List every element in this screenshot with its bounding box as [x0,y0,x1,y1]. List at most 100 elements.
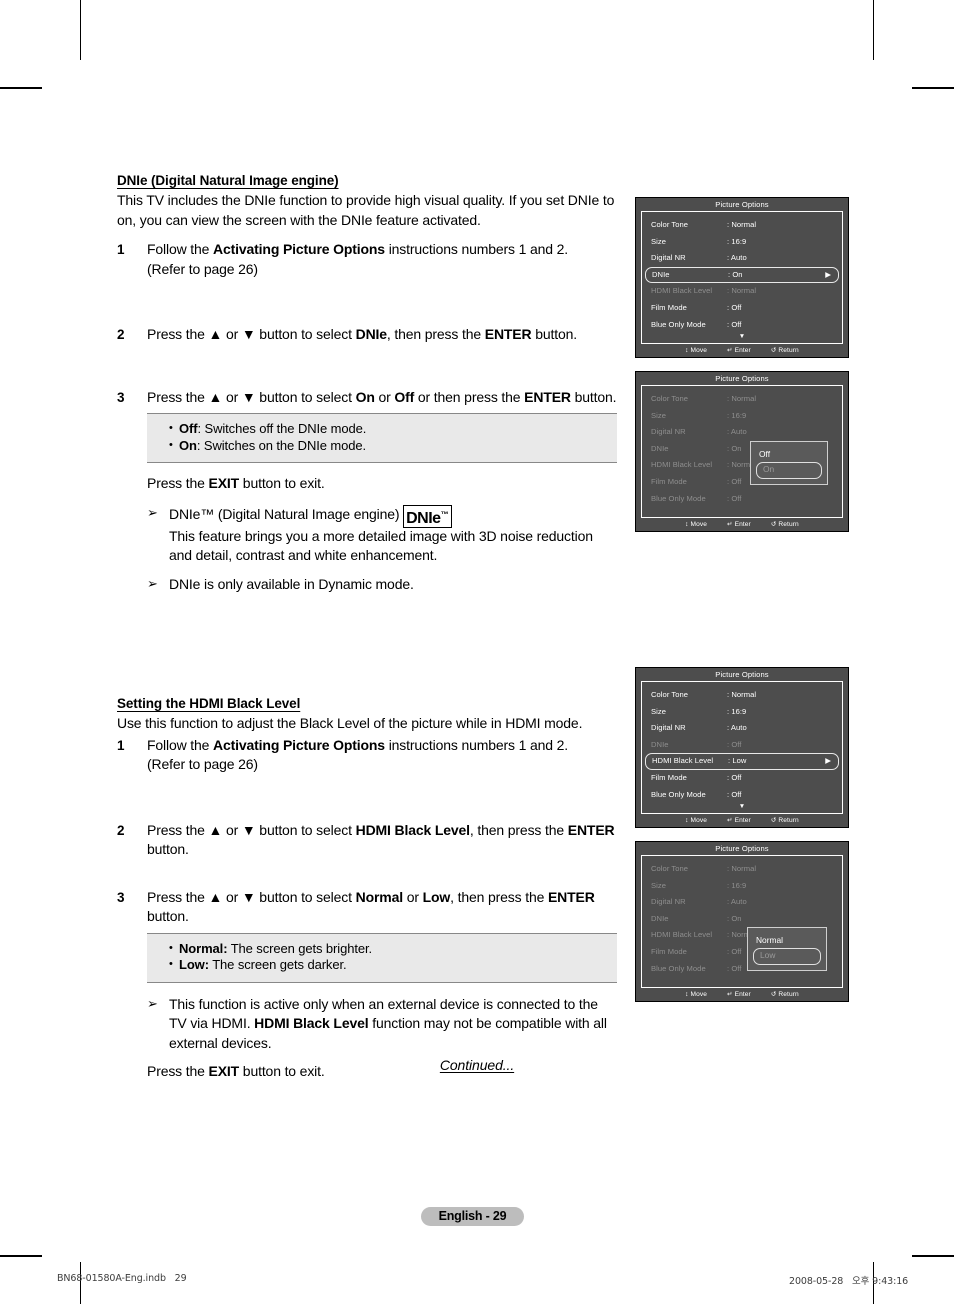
hdmi-note-normal-label: Normal: [179,940,228,956]
continued-text: Continued... [439,1057,515,1073]
manual-page: DNIe (Digital Natural Image engine) This… [0,0,954,1304]
osd-row-digital-nr[interactable]: Digital NR: Auto [642,250,842,267]
osd-row-digital-nr[interactable]: Digital NR: Auto [642,720,842,737]
hint-enter: ↵ Enter [727,814,751,827]
osd-row-label: Film Mode [651,946,687,956]
osd-row-value: : Normal [727,690,757,699]
hdmi-step-3-text-c: or [402,888,423,905]
osd-rows-container: Color Tone : Normal Size: 16:9 Digital NR: … [642,687,842,803]
osd-row-label: Blue Only Mode [651,789,706,799]
osd-menu-list: Color Tone : Normal Size: 16:9 Digital NR: … [641,211,843,345]
dnie-step-3-number: 3 [117,389,125,405]
hint-return: ↺ Return [771,988,799,1001]
hdmi-step-2-enter: ENTER [567,821,615,838]
crop-mark-left-bottom [0,1255,42,1257]
osd-row-value: : Normal [727,864,757,873]
osd-row-size[interactable]: Size: 16:9 [642,878,842,895]
hint-return-label: Return [778,991,799,999]
dnie-intro-paragraph: This TV includes the DNIe function to pr… [117,192,615,228]
dnie-step-3-off: Off [394,388,415,405]
osd-row-label: Color Tone [651,690,689,699]
dnie-note-on-label: On [179,437,197,453]
osd-row-value: : Off [727,946,742,956]
osd-row-hdmi-black-level[interactable]: HDMI Black Level : Normal [642,283,842,300]
hdmi-step-2-text-a: Press the ▲ or ▼ button to select [147,821,356,838]
osd-footer-hints: ↕ Move ↵ Enter ↺ Return [636,988,848,1002]
osd-row-blue-only-mode[interactable]: Blue Only Mode: Off [642,317,842,334]
hint-move: ↕ Move [685,344,707,357]
dnie-step-3: 3 Press the ▲ or ▼ button to select On o… [117,388,617,408]
osd-row-film-mode[interactable]: Film Mode: Off [642,770,842,787]
osd-row-dnie[interactable]: DNIe: On ▶ [645,266,839,284]
dnie-bullet-1: ➢ DNIe™ (Digital Natural Image engine) D… [147,504,617,566]
hdmi-black-level-option-popup[interactable]: Normal Low [747,927,827,971]
osd-row-label: Film Mode [651,302,687,312]
crop-mark-right-bottom [912,1255,954,1257]
osd-row-value: : Normal [727,286,757,296]
osd-row-hdmi-black-level[interactable]: HDMI Black Level: Low ▶ [645,753,839,770]
dnie-note-on-text: : Switches on the DNIe mode. [196,437,367,453]
hint-enter-label: Enter [734,991,751,999]
return-icon: ↺ [770,991,777,999]
osd-row-value: : Auto [727,427,747,437]
hint-enter-label: Enter [734,347,751,355]
hdmi-step-1-number: 1 [117,737,125,753]
dnie-step-2-enter: ENTER [484,326,532,342]
osd-row-color-tone[interactable]: Color Tone : Normal [642,687,842,704]
dnie-bullet-2-text: DNIe is only available in Dynamic mode. [169,575,414,592]
osd-picture-options-dnie-popup: Picture Options Color Tone: Normal Size: … [635,371,849,533]
popup-option-off[interactable]: Off [751,447,827,462]
dnie-step-3-text-e: or then press the [414,388,525,405]
osd-row-size[interactable]: Size: 16:9 [642,234,842,251]
osd-row-color-tone[interactable]: Color Tone : Normal [642,217,842,234]
dnie-exit-key: EXIT [208,475,240,491]
osd-row-value: : Auto [727,253,747,263]
osd-row-color-tone[interactable]: Color Tone : Normal [642,391,842,408]
osd-row-value: : Auto [727,897,747,907]
osd-row-dnie[interactable]: DNIe: On [642,911,842,928]
osd-row-label: HDMI Black Level [651,286,713,296]
osd-row-label: DNIe [651,913,669,923]
popup-option-low[interactable]: Low [753,948,821,965]
crop-mark-left-top [0,87,42,89]
hdmi-note-low-label: Low: [179,957,209,972]
return-icon: ↺ [770,347,777,355]
popup-option-on[interactable]: On [756,462,822,479]
popup-option-normal[interactable]: Normal [748,933,826,948]
hdmi-step-1-text-c: instructions numbers 1 and 2. [384,736,568,753]
osd-row-size[interactable]: Size: 16:9 [642,408,842,425]
osd-row-value: : Normal [727,220,757,229]
osd-picture-options-hdmi-low: Picture Options Color Tone: Normal Size: … [635,667,849,829]
dnie-option-popup[interactable]: Off On [750,441,828,485]
osd-picture-options-hdmi-popup: Picture Options Color Tone: Normal Size: … [635,841,849,1003]
dnie-step-1-text-a: Follow the [147,241,214,257]
hint-enter-label: Enter [734,521,751,529]
osd-row-blue-only-mode[interactable]: Blue Only Mode: Off [642,491,842,508]
osd-row-size[interactable]: Size: 16:9 [642,704,842,721]
osd-row-label: Size [651,880,666,890]
osd-row-label: Digital NR [651,723,686,733]
osd-row-dnie[interactable]: DNIe: Off [642,737,842,754]
osd-row-label: Film Mode [651,772,687,782]
dnie-step-1-text-bold: Activating Picture Options [213,241,385,257]
hint-enter: ↵ Enter [727,344,751,357]
osd-row-label: Size [651,706,666,716]
hdmi-step-3: 3 Press the ▲ or ▼ button to select Norm… [117,888,617,927]
footer-filename: BN68-01580A-Eng.indb 29 [57,1273,187,1284]
dnie-step-2: 2 Press the ▲ or ▼ button to select DNIe… [117,325,617,345]
hdmi-step-2-target: HDMI Black Level [355,821,470,838]
hdmi-step-2: 2 Press the ▲ or ▼ button to select HDMI… [117,821,617,860]
osd-row-film-mode[interactable]: Film Mode: Off [642,300,842,317]
dnie-step-1-text-d: (Refer to page 26) [147,260,258,277]
osd-footer-hints: ↕ Move ↵ Enter ↺ Return [636,814,848,828]
osd-row-label: Color Tone [651,394,689,403]
osd-row-label: HDMI Black Level [651,460,713,470]
osd-row-blue-only-mode[interactable]: Blue Only Mode: Off [642,787,842,804]
osd-rows-container: Color Tone : Normal Size: 16:9 Digital NR: … [642,217,842,333]
osd-row-digital-nr[interactable]: Digital NR: Auto [642,424,842,441]
osd-row-label: Color Tone [651,220,689,229]
osd-row-value: : Normal [727,394,757,403]
osd-row-digital-nr[interactable]: Digital NR: Auto [642,894,842,911]
arrow-bullet-icon: ➢ [147,504,158,520]
osd-row-color-tone[interactable]: Color Tone: Normal [642,861,842,878]
